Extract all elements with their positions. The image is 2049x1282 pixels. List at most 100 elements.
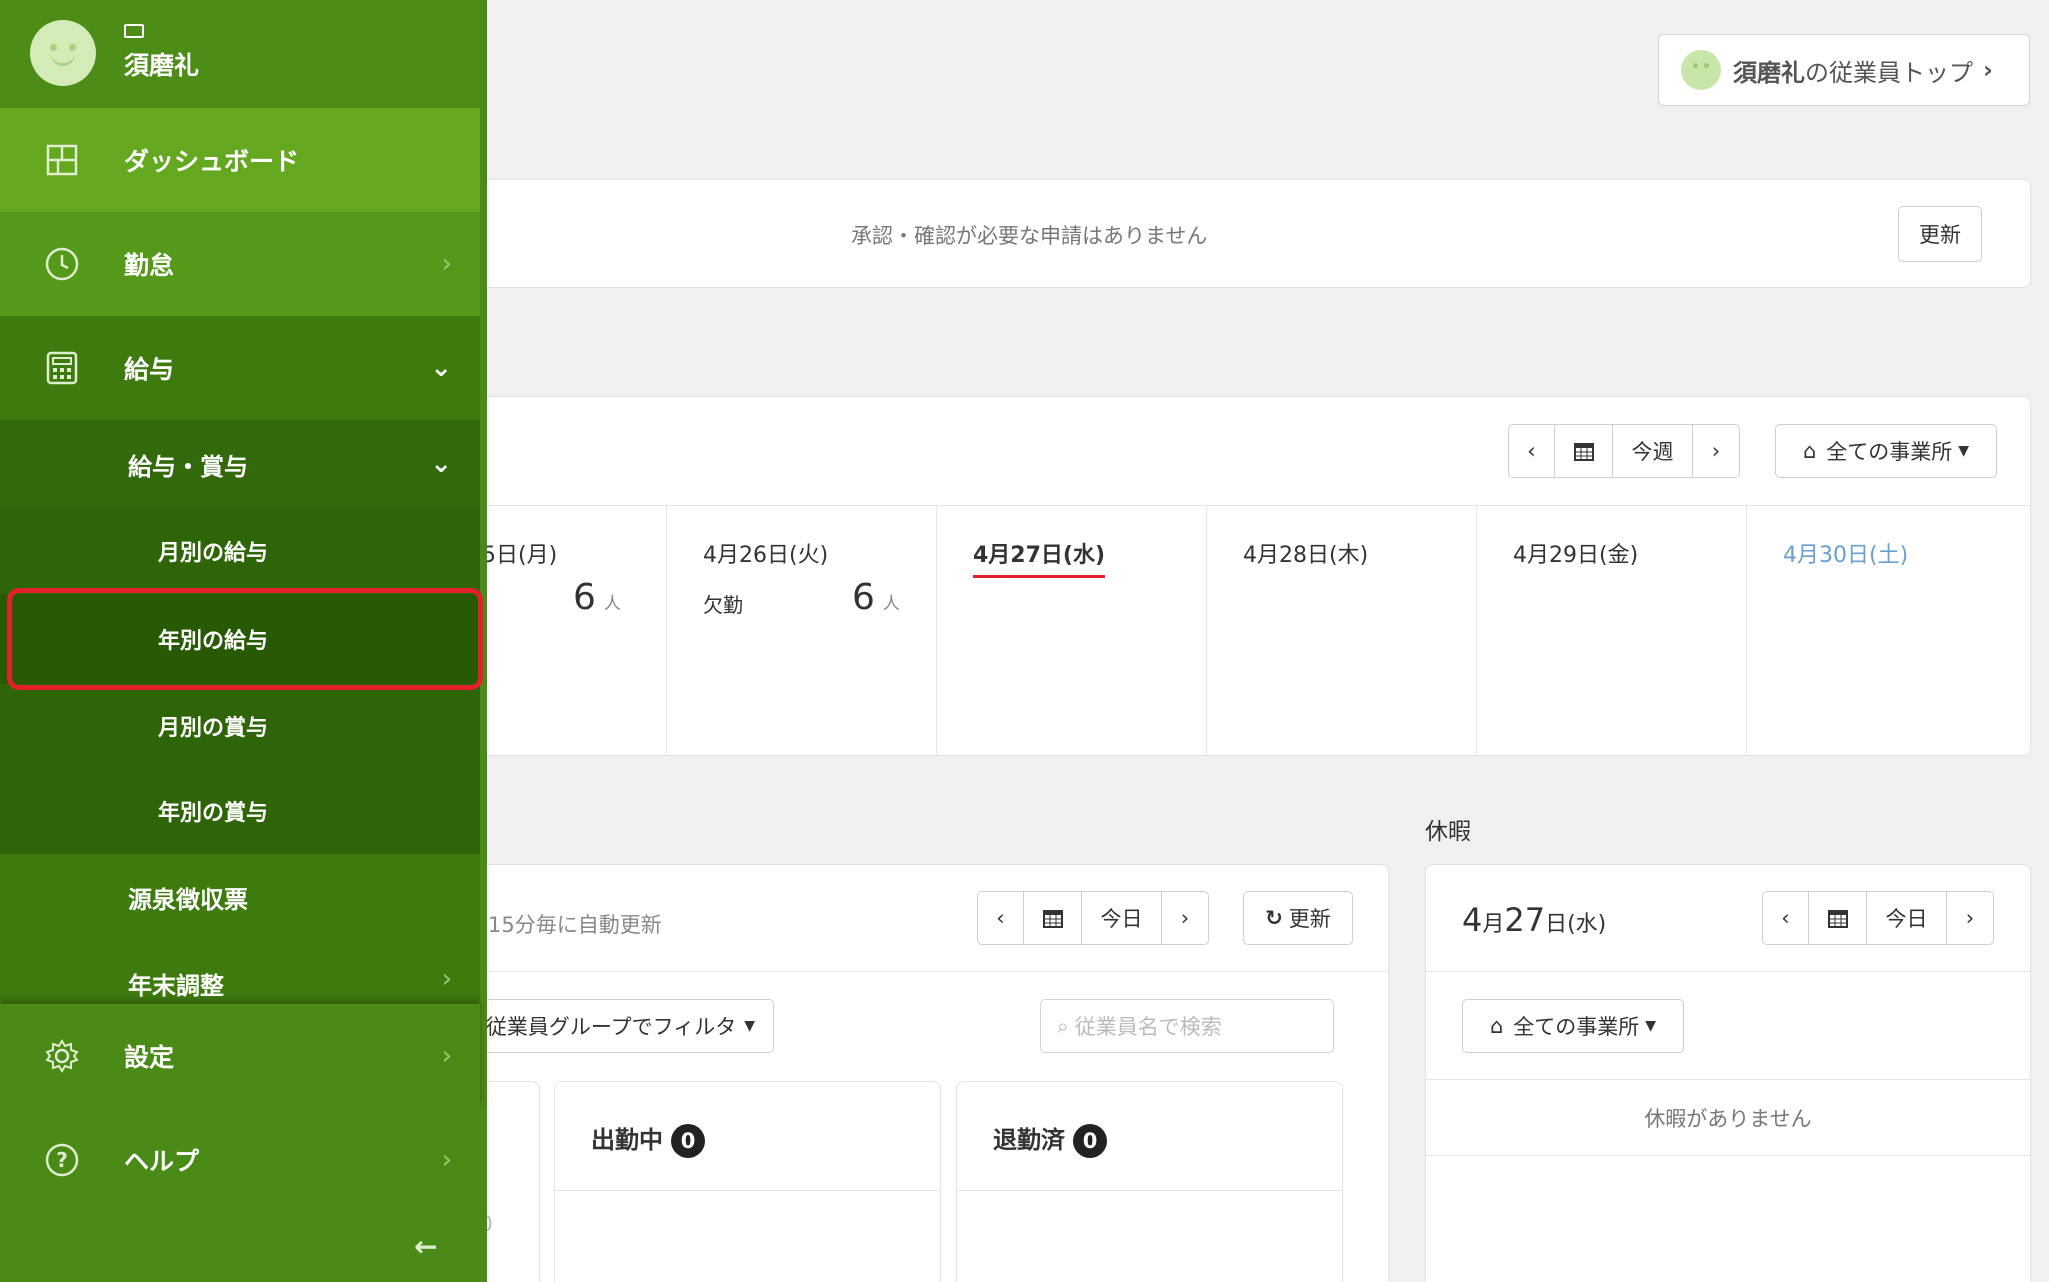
auto-refresh-text: 15分毎に自動更新 [488,913,662,937]
help-icon: ? [44,1142,80,1178]
sidebar-item-label: 月別の賞与 [158,716,269,741]
dashboard-icon [44,142,80,178]
leave-today-button[interactable]: 今日 [1867,892,1947,944]
profile-header[interactable]: 須磨礼 [0,0,480,108]
sidebar-item-settings[interactable]: 設定 › [0,1004,480,1108]
sidebar-item-label: ヘルプ [124,1147,200,1176]
calculator-icon [44,350,80,386]
leave-empty-message: 休暇がありません [1644,1107,1812,1131]
sidebar-item-attendance[interactable]: 勤怠 › [0,212,480,316]
leave-office-filter-dropdown[interactable]: ⌂ 全ての事業所 ▼ [1462,999,1684,1053]
today-button[interactable]: 今日 [1082,892,1162,944]
day-column: 4月29日(金) [1476,505,1746,755]
avatar [30,20,96,86]
calendar-icon[interactable] [1809,892,1867,944]
office-filter-dropdown[interactable]: ⌂ 全ての事業所 ▼ [1775,424,1997,478]
requests-refresh-button[interactable]: 更新 [1898,206,1982,262]
sidebar-item-monthly-salary[interactable]: 月別の給与 [0,508,480,594]
employee-avatar-icon [1681,50,1721,90]
attendance-refresh-button[interactable]: ↻ 更新 [1243,891,1353,945]
day-column: 4月28日(木) [1206,505,1476,755]
sidebar-item-label: 給与 [124,355,175,384]
leave-prev-button[interactable]: ‹ [1763,892,1809,944]
week-next-button[interactable]: › [1693,425,1739,477]
status-column-left-work: 退勤済 0 [956,1081,1343,1282]
sidebar-item-payroll[interactable]: 給与 ⌄ [0,316,480,420]
sidebar-item-monthly-bonus[interactable]: 月別の賞与 [0,684,480,768]
day-column: 4月30日(土) [1746,505,2030,755]
sidebar-item-label: 勤怠 [124,251,175,280]
status-column-working: 出勤中 0 [554,1081,941,1282]
day-label: 4月26日(火) [703,543,829,568]
left-count-badge: 0 [1073,1124,1107,1158]
day-next-button[interactable]: › [1162,892,1208,944]
employee-top-suffix: の従業員トップ [1805,58,1973,87]
main-content: 須磨礼 の従業員トップ › 承認・確認が必要な申請はありません 更新 ‹ 今週 … [448,0,2049,1282]
chevron-right-icon: › [1983,56,1993,84]
sidebar-item-label: ダッシュボード [124,147,300,176]
sidebar-item-payroll-bonus[interactable]: 給与・賞与 ⌄ [0,420,480,508]
day-label: 4月29日(金) [1513,543,1639,568]
sidebar-item-label: 年別の賞与 [158,801,269,826]
week-nav: ‹ 今週 › [1508,424,1740,478]
day-nav: ‹ 今日 › [977,891,1209,945]
chevron-right-icon: › [441,964,452,994]
day-label: 4月28日(木) [1243,543,1369,568]
group-filter-dropdown[interactable]: 従業員グループでフィルタ ▼ [448,999,774,1053]
week-prev-button[interactable]: ‹ [1509,425,1555,477]
chevron-down-icon: ⌄ [430,353,452,383]
working-count-badge: 0 [671,1124,705,1158]
day-stat-label: 欠勤 [703,593,743,617]
sidebar-item-label: 給与・賞与 [128,452,248,481]
day-column: 25日(月) 勤 6人 [448,505,666,755]
chevron-down-icon: ⌄ [430,449,452,479]
home-icon: ⌂ [1802,439,1817,463]
sidebar-item-label: 月別の給与 [158,541,269,566]
this-week-button[interactable]: 今週 [1613,425,1693,477]
highlight-box [7,588,483,690]
clock-icon [44,246,80,282]
svg-text:?: ? [56,1148,68,1172]
calendar-icon[interactable] [1555,425,1613,477]
employee-top-name: 須磨礼 [1733,58,1805,87]
attendance-divider [468,971,1388,972]
leave-section-title: 休暇 [1425,819,1471,845]
day-stat-count: 6人 [573,577,621,618]
leave-next-button[interactable]: › [1947,892,1993,944]
id-card-icon [124,24,144,38]
requests-message: 承認・確認が必要な申請はありません [851,224,1208,248]
refresh-icon: ↻ [1265,906,1283,930]
caret-down-icon: ▼ [1958,443,1970,459]
calendar-icon[interactable] [1024,892,1082,944]
day-prev-button[interactable]: ‹ [978,892,1024,944]
day-column-today: 4月27日(水) [936,505,1206,755]
week-days: 25日(月) 勤 6人 4月26日(火) 欠勤 6人 4月27日(水) 4月28… [448,505,2030,755]
home-icon: ⌂ [1489,1014,1504,1038]
sidebar-item-year-end[interactable]: 年末調整 › [0,940,480,1004]
left-header: 退勤済 0 [993,1120,1107,1158]
collapse-sidebar-icon[interactable]: ← [414,1230,437,1263]
week-schedule-card: ‹ 今週 › ⌂ 全ての事業所 ▼ 25日(月) 勤 6人 4月26日(火) 欠… [448,396,2031,756]
sidebar-item-help[interactable]: ? ヘルプ › [0,1108,480,1212]
day-stat-count: 6人 [852,577,900,618]
leave-date: 4月27日(水) [1462,901,1607,939]
attendance-card: 15分毎に自動更新 ‹ 今日 › ↻ 更新 従業員グループでフィルタ ▼ ⌕ 従… [448,864,1389,1282]
leave-day-nav: ‹ 今日 › [1762,891,1994,945]
office-filter-label: 全ての事業所 [1826,440,1953,464]
employee-top-button[interactable]: 須磨礼 の従業員トップ › [1658,34,2030,106]
chevron-right-icon: › [441,1145,452,1175]
sidebar-item-label: 年末調整 [128,972,224,1000]
sidebar-item-label: 設定 [124,1043,175,1072]
chevron-right-icon: › [441,249,452,279]
sidebar-item-withholding[interactable]: 源泉徴収票 [0,854,480,940]
day-column: 4月26日(火) 欠勤 6人 [666,505,936,755]
working-header: 出勤中 0 [591,1120,705,1158]
caret-down-icon: ▼ [1645,1018,1657,1034]
sidebar-item-dashboard[interactable]: ダッシュボード [0,108,480,212]
day-label-today: 4月27日(水) [973,537,1106,578]
employee-search-input[interactable]: ⌕ 従業員名で検索 [1040,999,1334,1053]
chevron-right-icon: › [441,1041,452,1071]
search-icon: ⌕ [1057,1013,1069,1038]
gear-icon [44,1038,80,1074]
sidebar-item-yearly-bonus[interactable]: 年別の賞与 [0,768,480,854]
